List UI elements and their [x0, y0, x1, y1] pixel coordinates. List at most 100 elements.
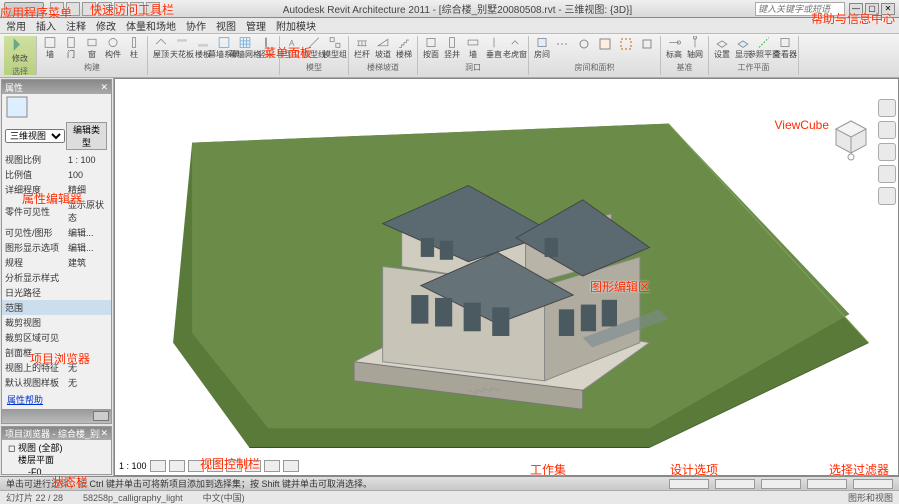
- prop-val[interactable]: 100: [68, 170, 108, 180]
- dormer-button[interactable]: 老虎窗: [506, 36, 524, 60]
- selection-filter-chip[interactable]: [807, 479, 847, 489]
- model-line-button[interactable]: 模型线: [305, 36, 323, 60]
- component-button[interactable]: 构件: [104, 36, 122, 60]
- type-selector[interactable]: 三维视图 {3D}: [5, 129, 65, 143]
- vertical-button[interactable]: 垂直: [485, 36, 503, 60]
- editable-only-chip[interactable]: [761, 479, 801, 489]
- close-button[interactable]: ✕: [881, 3, 895, 15]
- temp-hide-icon[interactable]: [283, 460, 299, 472]
- tab-insert[interactable]: 插入: [36, 18, 56, 33]
- browser-close-icon[interactable]: ✕: [100, 428, 108, 439]
- properties-help-link[interactable]: 属性帮助: [5, 391, 45, 408]
- ceiling-button[interactable]: 天花板: [173, 36, 191, 60]
- tab-modify[interactable]: 修改: [96, 18, 116, 33]
- nav-home-icon[interactable]: [878, 99, 896, 117]
- wall-opening-button[interactable]: 墙: [464, 36, 482, 60]
- design-option-chip[interactable]: [715, 479, 755, 489]
- tab-home[interactable]: 常用: [6, 18, 26, 33]
- project-tree[interactable]: ◻ 视图 (全部)楼层平面-F0-F1-F2-F3场地室外标高天花板平面-F1-…: [2, 440, 111, 474]
- prop-val[interactable]: 精细: [68, 183, 108, 196]
- modify-button[interactable]: 修改: [8, 36, 32, 64]
- model-group-button[interactable]: 模型组: [326, 36, 344, 60]
- prop-val[interactable]: 显示原状态: [68, 198, 108, 224]
- column-button[interactable]: 柱: [125, 36, 143, 60]
- graphics-viewport[interactable]: 1 : 100: [114, 78, 899, 476]
- tab-manage[interactable]: 管理: [246, 18, 266, 33]
- prop-val[interactable]: 无: [68, 376, 108, 389]
- roof-button[interactable]: 屋顶: [152, 36, 170, 60]
- model-canvas[interactable]: [115, 95, 898, 457]
- grid-button[interactable]: 轴网: [686, 36, 704, 60]
- nav-wheel-icon[interactable]: [878, 121, 896, 139]
- window-button[interactable]: 窗: [83, 36, 101, 60]
- area-tag-button[interactable]: [638, 36, 656, 60]
- ref-plane-button[interactable]: 参照平面: [755, 36, 773, 60]
- minimize-button[interactable]: —: [849, 3, 863, 15]
- tab-annotate[interactable]: 注释: [66, 18, 86, 33]
- nav-orbit-icon[interactable]: [878, 187, 896, 205]
- detail-level-icon[interactable]: [150, 460, 166, 472]
- room-sep-button[interactable]: [554, 36, 572, 60]
- model-text-button[interactable]: A模型文字: [284, 36, 302, 60]
- tab-collaborate[interactable]: 协作: [186, 18, 206, 33]
- sun-path-icon[interactable]: [188, 460, 204, 472]
- prop-key: 详细程度: [5, 183, 68, 196]
- tree-node[interactable]: ◻ 视图 (全部): [4, 442, 109, 454]
- prop-val[interactable]: 编辑...: [68, 241, 108, 254]
- set-workplane-button[interactable]: 设置: [713, 36, 731, 60]
- by-face-button[interactable]: 按面: [422, 36, 440, 60]
- tab-addins[interactable]: 附加模块: [276, 18, 316, 33]
- viewer-button[interactable]: 查看器: [776, 36, 794, 60]
- nav-zoom-icon[interactable]: [878, 165, 896, 183]
- shadows-icon[interactable]: [207, 460, 223, 472]
- area-button[interactable]: [596, 36, 614, 60]
- view-type-icon: [5, 95, 29, 119]
- tab-massing[interactable]: 体量和场地: [126, 18, 176, 33]
- level-button[interactable]: 标高: [665, 36, 683, 60]
- tab-view[interactable]: 视图: [216, 18, 236, 33]
- qat-measure-icon[interactable]: [130, 2, 144, 16]
- railing-button[interactable]: 栏杆: [353, 36, 371, 60]
- help-search-input[interactable]: [755, 2, 845, 16]
- group-select-label: 选择: [12, 66, 28, 77]
- apply-button[interactable]: [93, 411, 109, 421]
- qat-print-icon[interactable]: [114, 2, 128, 16]
- lock-3d-icon[interactable]: [264, 460, 280, 472]
- edit-type-button[interactable]: 编辑类型: [66, 122, 107, 150]
- visual-style-icon[interactable]: [169, 460, 185, 472]
- crop-region-icon[interactable]: [245, 460, 261, 472]
- curtain-grid-button[interactable]: 幕墙网格: [236, 36, 254, 60]
- tree-node[interactable]: 楼层平面: [4, 454, 109, 466]
- presentation-footer: 幻灯片 22 / 28 58258p_calligraphy_light 中文(…: [0, 490, 899, 504]
- qat-redo-icon[interactable]: [98, 2, 112, 16]
- prop-val[interactable]: 无: [68, 361, 108, 374]
- qat-save-icon[interactable]: [66, 2, 80, 16]
- shaft-button[interactable]: 竖井: [443, 36, 461, 60]
- qat-sync-icon[interactable]: [146, 2, 160, 16]
- room-tag-button[interactable]: [575, 36, 593, 60]
- filter-icon[interactable]: [853, 479, 893, 489]
- maximize-button[interactable]: ▢: [865, 3, 879, 15]
- prop-key: 图形显示选项: [5, 241, 68, 254]
- wall-button[interactable]: 墙: [41, 36, 59, 60]
- crop-icon[interactable]: [226, 460, 242, 472]
- view-scale[interactable]: 1 : 100: [119, 461, 147, 471]
- prop-val[interactable]: 编辑...: [68, 226, 108, 239]
- properties-close-icon[interactable]: ✕: [100, 82, 108, 93]
- application-menu-button[interactable]: [4, 2, 44, 16]
- prop-val[interactable]: 1 : 100: [68, 155, 108, 165]
- view-cube[interactable]: [828, 115, 874, 161]
- room-button[interactable]: 房间: [533, 36, 551, 60]
- view-control-bar: 1 : 100: [119, 459, 299, 473]
- nav-pan-icon[interactable]: [878, 143, 896, 161]
- qat-undo-icon[interactable]: [82, 2, 96, 16]
- qat-open-icon[interactable]: [50, 2, 64, 16]
- tree-node[interactable]: -F0: [4, 466, 109, 474]
- stair-button[interactable]: 楼梯: [395, 36, 413, 60]
- mullion-button[interactable]: 竖梃: [257, 36, 275, 60]
- area-boundary-button[interactable]: [617, 36, 635, 60]
- workset-chip[interactable]: [669, 479, 709, 489]
- door-button[interactable]: 门: [62, 36, 80, 60]
- ramp-button[interactable]: 坡道: [374, 36, 392, 60]
- prop-val[interactable]: 建筑: [68, 256, 108, 269]
